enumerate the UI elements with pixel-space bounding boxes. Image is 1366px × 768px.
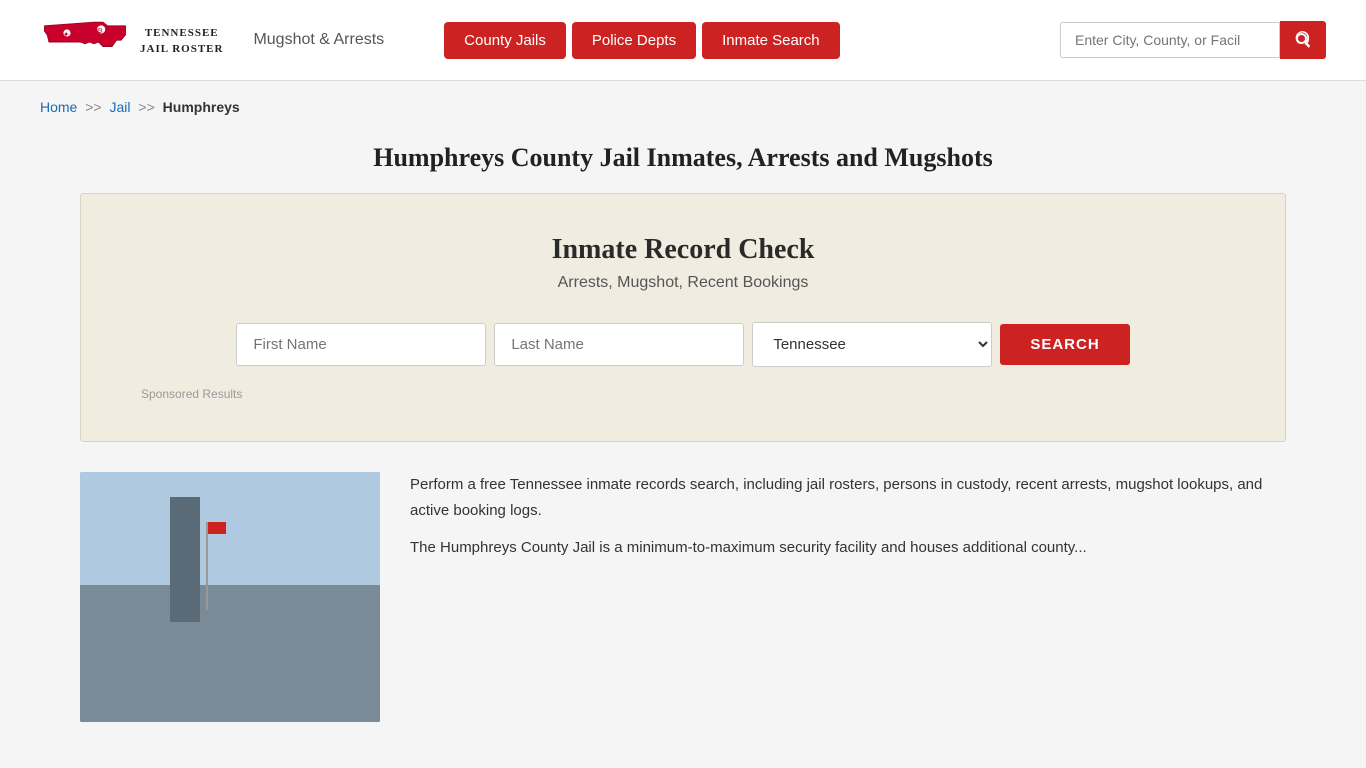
first-name-input[interactable] bbox=[236, 323, 486, 366]
search-icon bbox=[1294, 31, 1312, 49]
logo-image: ✦ ⚙ bbox=[40, 15, 130, 65]
county-jails-button[interactable]: County Jails bbox=[444, 22, 566, 59]
flag bbox=[208, 522, 226, 534]
breadcrumb: Home >> Jail >> Humphreys bbox=[0, 81, 1366, 133]
logo-text-block: TENNESSEE JAIL ROSTER bbox=[140, 24, 223, 57]
nav-text-label: Mugshot & Arrests bbox=[253, 31, 384, 49]
building-illustration bbox=[80, 472, 380, 722]
breadcrumb-jail-link[interactable]: Jail bbox=[110, 99, 131, 115]
inmate-record-check-box: Inmate Record Check Arrests, Mugshot, Re… bbox=[80, 193, 1286, 442]
record-check-subtitle: Arrests, Mugshot, Recent Bookings bbox=[141, 274, 1225, 292]
record-search-button[interactable]: SEARCH bbox=[1000, 324, 1129, 365]
logo-area[interactable]: ✦ ⚙ TENNESSEE JAIL ROSTER bbox=[40, 15, 223, 65]
jail-building-image bbox=[80, 472, 380, 722]
flag-pole bbox=[206, 522, 208, 610]
record-search-form: Tennessee Alabama Arkansas Georgia Kentu… bbox=[141, 322, 1225, 367]
state-shape-icon: ✦ ⚙ bbox=[40, 15, 130, 60]
header-search-area bbox=[1060, 21, 1326, 59]
last-name-input[interactable] bbox=[494, 323, 744, 366]
breadcrumb-current: Humphreys bbox=[163, 99, 240, 115]
breadcrumb-sep1: >> bbox=[85, 99, 101, 115]
logo-line1: TENNESSEE bbox=[140, 26, 223, 40]
logo-line2: JAIL ROSTER bbox=[140, 42, 223, 56]
record-check-heading: Inmate Record Check bbox=[141, 234, 1225, 266]
site-header: ✦ ⚙ TENNESSEE JAIL ROSTER Mugshot & Arre… bbox=[0, 0, 1366, 81]
inmate-search-button[interactable]: Inmate Search bbox=[702, 22, 840, 59]
state-select[interactable]: Tennessee Alabama Arkansas Georgia Kentu… bbox=[752, 322, 992, 367]
breadcrumb-home-link[interactable]: Home bbox=[40, 99, 77, 115]
content-text-area: Perform a free Tennessee inmate records … bbox=[410, 472, 1286, 573]
police-depts-button[interactable]: Police Depts bbox=[572, 22, 696, 59]
header-search-button[interactable] bbox=[1280, 21, 1326, 59]
content-paragraph-1: Perform a free Tennessee inmate records … bbox=[410, 472, 1286, 523]
page-title: Humphreys County Jail Inmates, Arrests a… bbox=[0, 133, 1366, 193]
svg-text:⚙: ⚙ bbox=[97, 27, 103, 35]
breadcrumb-sep2: >> bbox=[138, 99, 154, 115]
content-section: Perform a free Tennessee inmate records … bbox=[0, 472, 1366, 762]
svg-text:✦: ✦ bbox=[63, 32, 68, 39]
main-nav: County Jails Police Depts Inmate Search bbox=[444, 22, 839, 59]
sponsored-label: Sponsored Results bbox=[141, 387, 1225, 401]
header-search-input[interactable] bbox=[1060, 22, 1280, 58]
content-paragraph-2: The Humphreys County Jail is a minimum-t… bbox=[410, 535, 1286, 561]
